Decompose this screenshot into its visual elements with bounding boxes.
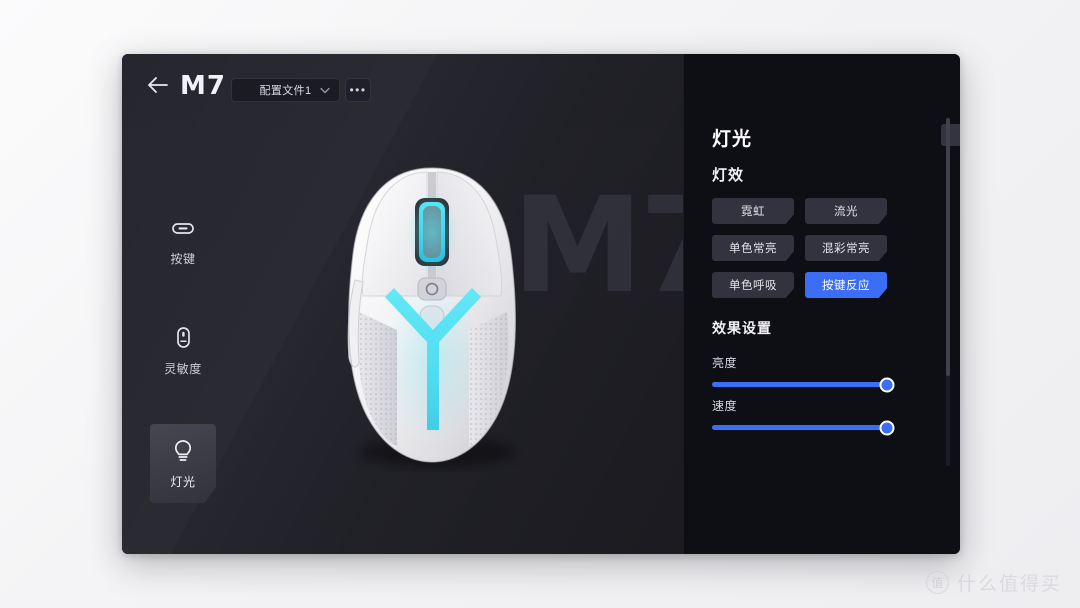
profile-dropdown[interactable]: 配置文件1 bbox=[231, 78, 340, 102]
effect-button-flow[interactable]: 流光 bbox=[805, 198, 887, 224]
effect-button-neon[interactable]: 霓虹 bbox=[712, 198, 794, 224]
panel-title: 灯光 bbox=[712, 129, 753, 150]
reset-button[interactable]: 复位 bbox=[941, 124, 960, 146]
brightness-slider-block: 亮度 5 bbox=[712, 354, 895, 392]
chevron-down-icon bbox=[320, 81, 330, 99]
sidebar-item-buttons[interactable]: 按键 bbox=[146, 204, 220, 276]
sidebar-item-lighting[interactable]: 灯光 bbox=[150, 424, 216, 503]
brightness-slider-fill bbox=[712, 382, 887, 387]
more-options-button[interactable]: ••• bbox=[345, 78, 371, 102]
site-watermark: 值 什么值得买 bbox=[925, 569, 1062, 596]
sidebar-nav: 按键 灵敏度 灯光 bbox=[122, 204, 244, 554]
watermark-text: 什么值得买 bbox=[956, 574, 1062, 595]
brightness-slider[interactable] bbox=[712, 377, 895, 392]
effect-label: 单色常亮 bbox=[729, 243, 777, 255]
lighting-settings-panel: 灯光 复位 灯效 霓虹 流光 单色常亮 bbox=[683, 54, 960, 554]
effect-label: 霓虹 bbox=[741, 206, 765, 218]
panel-scrollbar[interactable] bbox=[946, 118, 950, 466]
lightbulb-icon bbox=[170, 438, 196, 464]
effect-label: 流光 bbox=[834, 206, 858, 218]
effect-button-breathing[interactable]: 单色呼吸 bbox=[712, 272, 794, 298]
brightness-label: 亮度 bbox=[712, 356, 738, 370]
equalizer-sliders-icon bbox=[170, 552, 196, 554]
effect-row: 单色常亮 混彩常亮 bbox=[712, 235, 960, 261]
product-mouse-image bbox=[329, 162, 539, 472]
effect-row: 霓虹 流光 bbox=[712, 198, 960, 224]
sidebar-label-lighting: 灯光 bbox=[170, 475, 196, 489]
sidebar-label-sensitivity: 灵敏度 bbox=[164, 362, 202, 376]
effect-button-key-response[interactable]: 按键反应 bbox=[805, 272, 887, 298]
profile-dropdown-value: 配置文件1 bbox=[259, 85, 312, 97]
back-arrow-icon[interactable] bbox=[144, 73, 172, 97]
mouse-buttons-icon bbox=[170, 215, 196, 241]
scrollbar-thumb[interactable] bbox=[946, 118, 950, 376]
effect-mode-grid: 霓虹 流光 单色常亮 混彩常亮 单色呼吸 按键反应 bbox=[712, 198, 960, 309]
speed-slider[interactable] bbox=[712, 420, 895, 435]
speed-slider-fill bbox=[712, 425, 887, 430]
lighting-effect-label: 灯效 bbox=[712, 167, 745, 184]
sidebar-item-parameters[interactable]: 参数 bbox=[146, 541, 220, 554]
effect-label: 按键反应 bbox=[822, 280, 870, 292]
page-title: M7 bbox=[180, 71, 226, 101]
more-options-label: ••• bbox=[349, 83, 367, 97]
sidebar-label-buttons: 按键 bbox=[170, 252, 196, 266]
effect-button-solid-mixed[interactable]: 混彩常亮 bbox=[805, 235, 887, 261]
window-header: M7 配置文件1 ••• bbox=[122, 54, 683, 116]
speed-slider-knob[interactable] bbox=[879, 420, 895, 435]
sidebar-item-sensitivity[interactable]: 灵敏度 bbox=[146, 314, 220, 386]
product-stage: M7 bbox=[244, 54, 731, 554]
effect-label: 混彩常亮 bbox=[822, 243, 870, 255]
effect-button-solid-single[interactable]: 单色常亮 bbox=[712, 235, 794, 261]
screenshot-root: M7 M7 配置文件1 ••• 按键 灵敏度 灯光 灯光 灯效 霓虹 流光 单色… bbox=[0, 0, 1080, 608]
effect-settings-title: 效果设置 bbox=[712, 320, 772, 336]
watermark-logo-icon: 值 bbox=[925, 571, 949, 594]
effect-label: 单色呼吸 bbox=[729, 280, 777, 292]
speed-slider-block: 速度 5 bbox=[712, 397, 895, 435]
brightness-slider-knob[interactable] bbox=[879, 377, 895, 392]
speed-label: 速度 bbox=[712, 399, 738, 413]
app-window: M7 M7 配置文件1 ••• 按键 灵敏度 灯光 灯光 灯效 霓虹 流光 单色… bbox=[122, 54, 960, 554]
mouse-dpi-icon bbox=[170, 325, 196, 351]
effect-row: 单色呼吸 按键反应 bbox=[712, 272, 960, 298]
